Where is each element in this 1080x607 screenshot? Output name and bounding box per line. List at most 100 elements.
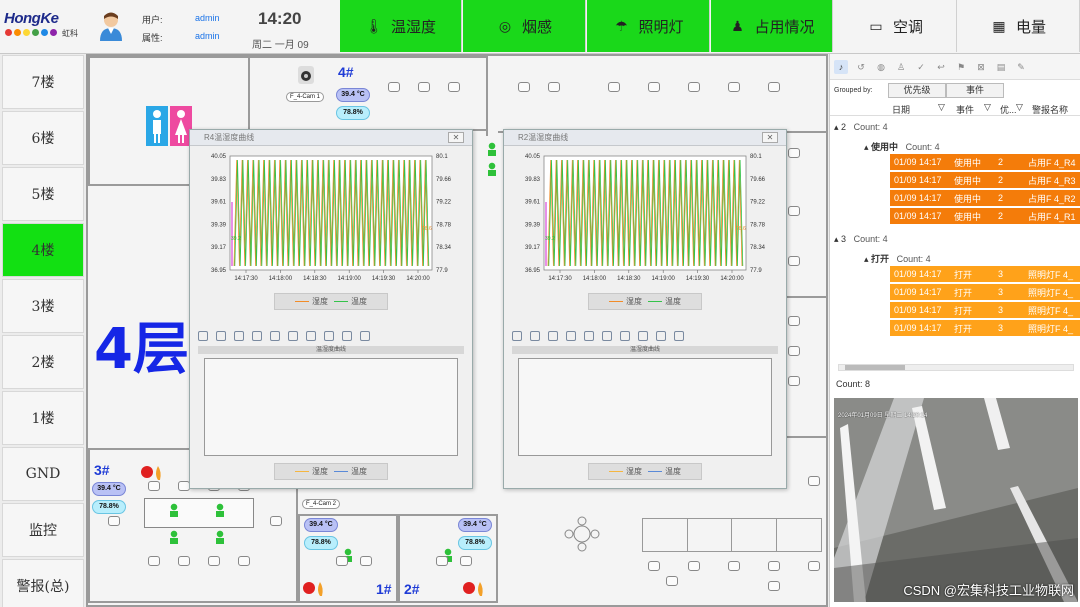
user-value: admin [195, 13, 220, 23]
group-chip-priority[interactable]: 优先级 [888, 83, 946, 98]
floor-button-1[interactable]: 7楼 [2, 55, 84, 109]
clear-icon[interactable]: ⊠ [974, 60, 988, 74]
floor-button-2[interactable]: 6楼 [2, 111, 84, 165]
folder-icon[interactable] [288, 331, 298, 341]
temp-badge-r1[interactable]: 39.4 °C [304, 518, 338, 532]
event-row[interactable]: 01/09 14:17 使用中 2 占用F 4_R3 [890, 172, 1080, 189]
save-icon[interactable] [620, 331, 630, 341]
chart-window-r2[interactable]: R2温湿度曲线 ✕ 40.05 39.83 39.61 39.39 39.17 36.95 80… [503, 129, 787, 489]
globe-icon[interactable]: ◍ [874, 60, 888, 74]
subgroup-key: 使用中 [871, 142, 899, 152]
floor-button-8[interactable]: GND [2, 447, 84, 501]
x-tick-label: 14:19:00 [338, 276, 362, 282]
floor-button-9[interactable]: 监控 [2, 503, 84, 557]
top-button-3[interactable]: ☂ 照明灯 [587, 0, 710, 52]
group-chip-event[interactable]: 事件 [946, 83, 1004, 98]
attr-label: 属性: [142, 33, 163, 43]
event-row[interactable]: 01/09 14:17 打开 3 照明灯F 4_ [890, 320, 1080, 337]
reply-icon[interactable]: ↩ [934, 60, 948, 74]
skip-forward-icon[interactable] [252, 331, 262, 341]
camera-timestamp: 2024年01月09日 星期二 14:20:14 [838, 413, 928, 419]
user-icon[interactable]: ♙ [894, 60, 908, 74]
event-row[interactable]: 01/09 14:17 使用中 2 占用F 4_R1 [890, 208, 1080, 225]
close-icon[interactable]: ✕ [448, 132, 464, 143]
event-cell: 3 [998, 269, 1004, 279]
save-icon[interactable] [306, 331, 316, 341]
event-row[interactable]: 01/09 14:17 打开 3 照明灯F 4_ [890, 284, 1080, 301]
check-icon[interactable]: ✓ [914, 60, 928, 74]
col-alarm-name[interactable]: 警报名称 [1032, 103, 1068, 116]
zoom-in-icon[interactable] [656, 331, 666, 341]
event-subgroup-header[interactable]: ▴ 使用中 Count: 4 [864, 140, 940, 153]
user-avatar-icon[interactable] [98, 11, 124, 41]
event-row[interactable]: 01/09 14:17 使用中 2 占用F 4_R2 [890, 190, 1080, 207]
skip-forward-icon[interactable] [566, 331, 576, 341]
top-button-1[interactable]: 🌡 温湿度 [340, 0, 462, 52]
floor-button-10[interactable]: 警报(总) [2, 559, 84, 607]
y-right-tick-label: 79.22 [436, 200, 452, 206]
collapse-arrow-icon[interactable]: ▴ [834, 122, 839, 132]
chart-window-r4[interactable]: R4温湿度曲线 ✕ 40.05 39.83 39.61 39.39 39.17 36.95 80… [189, 129, 473, 489]
close-icon[interactable]: ✕ [762, 132, 778, 143]
bell-icon[interactable]: ♪ [834, 59, 848, 74]
filter-icon[interactable]: ▽ [938, 102, 945, 113]
temp-badge-r3[interactable]: 39.4 °C [92, 482, 126, 496]
collapse-arrow-icon[interactable]: ▴ [864, 142, 869, 152]
event-row[interactable]: 01/09 14:17 打开 3 照明灯F 4_ [890, 266, 1080, 283]
hum-badge-r1[interactable]: 78.8% [304, 536, 338, 550]
skip-back-icon[interactable] [234, 331, 244, 341]
horizontal-scrollbar[interactable] [838, 364, 1074, 371]
clipboard-icon[interactable]: ▤ [994, 60, 1008, 74]
top-button-6[interactable]: ▦ 电量 [957, 0, 1080, 52]
zoom-out-icon[interactable] [674, 331, 684, 341]
camera-icon[interactable] [298, 66, 314, 84]
top-button-2[interactable]: ◎ 烟感 [463, 0, 586, 52]
refresh-icon[interactable] [216, 331, 226, 341]
floor-button-4[interactable]: 4楼 [2, 223, 84, 277]
edit-icon[interactable]: ✎ [1014, 60, 1028, 74]
collapse-arrow-icon[interactable]: ▴ [864, 254, 869, 264]
col-event[interactable]: 事件 [956, 103, 974, 116]
event-group-header[interactable]: ▴ 2 Count: 4 [834, 122, 888, 133]
temp-badge-r4[interactable]: 39.4 °C [336, 88, 370, 102]
floor-button-6[interactable]: 2楼 [2, 335, 84, 389]
floor-button-5[interactable]: 3楼 [2, 279, 84, 333]
event-row[interactable]: 01/09 14:17 使用中 2 占用F 4_R4 [890, 154, 1080, 171]
floor-button-7[interactable]: 1楼 [2, 391, 84, 445]
pause-icon[interactable] [198, 331, 208, 341]
zoom-out-icon[interactable] [360, 331, 370, 341]
event-group-header[interactable]: ▴ 3 Count: 4 [834, 234, 888, 245]
camera-video[interactable]: 2024年01月09日 星期二 14:20:14 [834, 398, 1078, 602]
table-icon[interactable] [324, 331, 334, 341]
camera-label-1[interactable]: F_4-Cam 1 [286, 92, 325, 102]
temp-badge-r2[interactable]: 39.4 °C [458, 518, 492, 532]
calendar-icon[interactable] [270, 331, 280, 341]
table-icon[interactable] [638, 331, 648, 341]
filter-icon[interactable]: ▽ [984, 102, 991, 113]
flag-icon[interactable]: ⚑ [954, 60, 968, 74]
col-date[interactable]: 日期 [892, 103, 910, 116]
hum-badge-r4[interactable]: 78.8% [336, 106, 370, 120]
floor-button-3[interactable]: 5楼 [2, 167, 84, 221]
camera-feed-panel: 2024年01月09日 星期二 14:20:14 CSDN @宏集科技工业物联网 [829, 392, 1080, 607]
history-icon[interactable]: ↺ [854, 60, 868, 74]
folder-icon[interactable] [602, 331, 612, 341]
top-button-5[interactable]: ▭ 空调 [834, 0, 957, 52]
event-subgroup-header[interactable]: ▴ 打开 Count: 4 [864, 252, 931, 265]
window-titlebar[interactable]: R2温湿度曲线 ✕ [504, 130, 786, 146]
top-button-4[interactable]: ♟ 占用情况 [711, 0, 833, 52]
zoom-in-icon[interactable] [342, 331, 352, 341]
window-titlebar[interactable]: R4温湿度曲线 ✕ [190, 130, 472, 146]
pause-icon[interactable] [512, 331, 522, 341]
hum-badge-r2[interactable]: 78.8% [458, 536, 492, 550]
refresh-icon[interactable] [530, 331, 540, 341]
event-cell: 占用F 4_R4 [1028, 157, 1076, 168]
camera-label-2[interactable]: F_4-Cam 2 [302, 499, 341, 509]
event-row[interactable]: 01/09 14:17 打开 3 照明灯F 4_ [890, 302, 1080, 319]
collapse-arrow-icon[interactable]: ▴ [834, 234, 839, 244]
calendar-icon[interactable] [584, 331, 594, 341]
hum-badge-r3[interactable]: 78.8% [92, 500, 126, 514]
skip-back-icon[interactable] [548, 331, 558, 341]
filter-icon[interactable]: ▽ [1016, 102, 1023, 113]
col-priority[interactable]: 优... [1000, 103, 1017, 116]
